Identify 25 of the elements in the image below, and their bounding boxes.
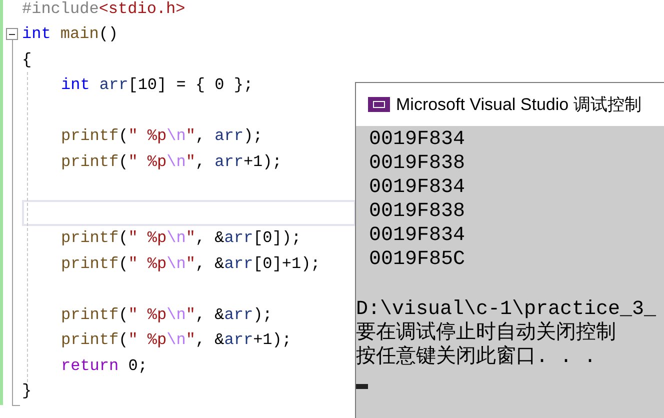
code-line: {: [22, 50, 32, 71]
code-line: printf(" %p\n", &arr[0]+1);: [60, 254, 320, 275]
console-output-line: 0019F834: [368, 176, 466, 200]
console-output-line: 0019F838: [368, 200, 466, 224]
console-output-line: 0019F838: [368, 152, 466, 176]
console-output-line: 0019F85C: [368, 248, 466, 272]
code-line: int main(): [22, 24, 118, 46]
code-line: printf(" %p\n", arr+1);: [60, 152, 282, 173]
code-line: #include<stdio.h>: [22, 0, 186, 20]
window-title: Microsoft Visual Studio 调试控制: [396, 94, 642, 116]
code-line: int arr[10] = { 0 };: [60, 75, 254, 96]
text-cursor: [356, 384, 368, 389]
app-icon: [368, 97, 390, 112]
code-line: printf(" %p\n", &arr+1);: [60, 330, 292, 352]
console-output-line: 0019F834: [368, 128, 466, 152]
console-message-line: 按任意键关闭此窗口. . .: [356, 346, 596, 370]
code-line: }: [22, 381, 32, 402]
code-line: printf(" %p\n", arr);: [60, 126, 263, 148]
code-line: return 0;: [60, 356, 148, 377]
code-line: printf(" %p\n", &arr[0]);: [60, 228, 302, 250]
console-message-line: 要在调试停止时自动关闭控制: [356, 322, 616, 345]
collapse-icon[interactable]: [6, 28, 18, 40]
code-line: printf(" %p\n", &arr);: [60, 304, 272, 326]
console-message-line: D:\visual\c-1\practice_3_: [356, 298, 656, 321]
console-output-line: 0019F834: [368, 224, 466, 248]
